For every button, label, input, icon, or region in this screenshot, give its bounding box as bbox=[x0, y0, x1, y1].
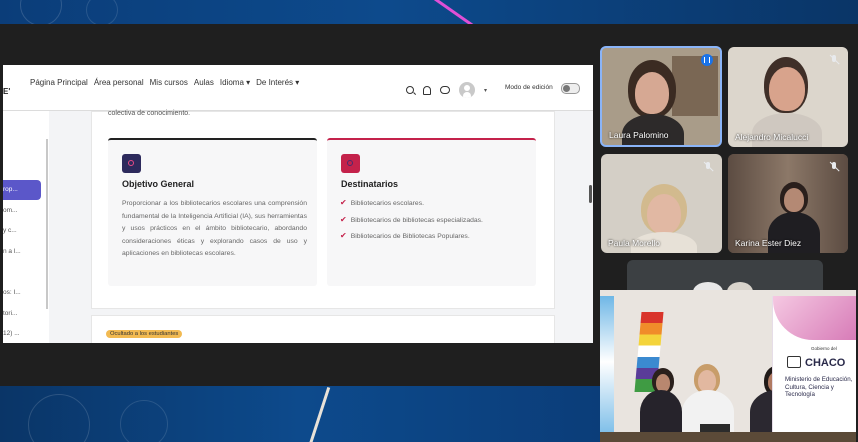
sidebar-item[interactable]: os: I... bbox=[3, 289, 21, 296]
card-body: Proporcionar a los bibliotecarios escola… bbox=[122, 200, 307, 257]
check-icon: ✔ bbox=[340, 198, 347, 207]
participant-name: Laura Palomino bbox=[609, 130, 669, 140]
sidebar-item-active[interactable]: rop... bbox=[3, 180, 41, 200]
site-brand[interactable]: E' bbox=[3, 87, 10, 96]
participant-name: Karina Ester Diez bbox=[735, 238, 802, 248]
shared-screen: E' Página Principal Área personal Mis cu… bbox=[3, 65, 593, 343]
participant-tile-karina[interactable]: Karina Ester Diez bbox=[728, 154, 848, 253]
check-icon: ✔ bbox=[340, 231, 347, 240]
background-top bbox=[0, 0, 858, 24]
user-avatar[interactable] bbox=[459, 82, 475, 98]
decoration-circle bbox=[20, 0, 62, 24]
participant-name: Alejandro Micalucci bbox=[735, 132, 809, 142]
participant-tile-alejandro[interactable]: Alejandro Micalucci bbox=[728, 47, 848, 147]
mic-off-icon bbox=[702, 161, 714, 173]
course-section: colectiva de conocimiento. Objetivo Gene… bbox=[91, 110, 555, 309]
sidebar-item[interactable]: 12) ... bbox=[3, 330, 20, 337]
list-item: ✔ Bibliotecarios de Bibliotecas Populares… bbox=[340, 231, 470, 240]
audience-list: ✔ Bibliotecarios escolares. ✔ Bibliotecari… bbox=[340, 198, 483, 248]
page-scrollbar[interactable] bbox=[589, 185, 592, 203]
argentina-flag bbox=[600, 296, 614, 442]
chaco-logo-icon bbox=[787, 356, 801, 368]
participant-name: Paula Morello bbox=[608, 238, 660, 248]
nav-interest[interactable]: De Interés ▾ bbox=[256, 78, 299, 87]
room-camera-tile[interactable]: Gobierno del CHACO Ministerio de Educaci… bbox=[600, 290, 856, 442]
objective-card: Objetivo General Proporcionar a los bibl… bbox=[108, 138, 317, 286]
course-index-sidebar: rop... om... y c... n a l... os: I... to… bbox=[3, 111, 49, 343]
background-bottom bbox=[0, 386, 600, 442]
banner-brand: CHACO bbox=[805, 357, 846, 369]
sidebar-item[interactable]: y c... bbox=[3, 227, 17, 234]
list-item: ✔ Bibliotecarios de bibliotecas especiali… bbox=[340, 214, 483, 224]
intro-text: colectiva de conocimiento. bbox=[108, 110, 191, 117]
nav-language[interactable]: Idioma ▾ bbox=[220, 78, 250, 87]
sidebar-item[interactable]: tori... bbox=[3, 310, 17, 317]
chevron-down-icon[interactable]: ▾ bbox=[484, 87, 487, 94]
search-icon[interactable] bbox=[406, 86, 414, 94]
decoration-circle bbox=[86, 0, 118, 24]
speaking-indicator-icon bbox=[701, 54, 713, 66]
sidebar-item[interactable]: n a l... bbox=[3, 248, 21, 255]
decoration-stroke bbox=[308, 387, 331, 442]
card-title: Destinatarios bbox=[341, 179, 399, 189]
hidden-section: Ocultado a los estudiantes bbox=[91, 315, 555, 343]
top-navbar: E' Página Principal Área personal Mis cu… bbox=[3, 65, 593, 111]
sidebar-scrollbar[interactable] bbox=[46, 139, 48, 309]
audience-card: Destinatarios ✔ Bibliotecarios escolares.… bbox=[327, 138, 536, 286]
nav-dashboard[interactable]: Área personal bbox=[94, 78, 144, 87]
banner-ministry: Ministerio de Educación, Cultura, Cienci… bbox=[785, 376, 853, 398]
edit-mode-toggle[interactable] bbox=[561, 83, 580, 94]
nav-home[interactable]: Página Principal bbox=[30, 78, 88, 87]
participant-tile-laura[interactable]: Laura Palomino bbox=[600, 46, 722, 147]
card-title: Objetivo General bbox=[122, 179, 195, 189]
ministry-banner: Gobierno del CHACO Ministerio de Educaci… bbox=[772, 296, 856, 442]
list-item: ✔ Bibliotecarios escolares. bbox=[340, 198, 424, 207]
mic-off-icon bbox=[828, 161, 840, 173]
desk bbox=[600, 432, 856, 442]
edit-mode-label: Modo de edición bbox=[505, 84, 553, 91]
target-icon bbox=[122, 154, 141, 173]
nav-my-courses[interactable]: Mis cursos bbox=[150, 78, 188, 87]
navbar-actions: ▾ bbox=[406, 82, 487, 98]
decoration-circle bbox=[120, 400, 168, 442]
decoration-stroke bbox=[429, 0, 481, 24]
messages-icon[interactable] bbox=[440, 86, 450, 94]
nav-classrooms[interactable]: Aulas bbox=[194, 78, 214, 87]
notifications-icon[interactable] bbox=[423, 85, 431, 95]
mic-off-icon bbox=[828, 54, 840, 66]
decoration-circle bbox=[28, 394, 90, 442]
check-icon: ✔ bbox=[340, 214, 347, 224]
participant-tile-partial[interactable] bbox=[627, 260, 823, 290]
nav-links: Página Principal Área personal Mis curso… bbox=[30, 78, 299, 87]
sidebar-item[interactable]: om... bbox=[3, 207, 17, 214]
participant-tile-paula[interactable]: Paula Morello bbox=[601, 154, 722, 253]
banner-top-text: Gobierno del bbox=[811, 346, 837, 351]
audience-icon bbox=[341, 154, 360, 173]
hidden-badge: Ocultado a los estudiantes bbox=[106, 330, 183, 338]
